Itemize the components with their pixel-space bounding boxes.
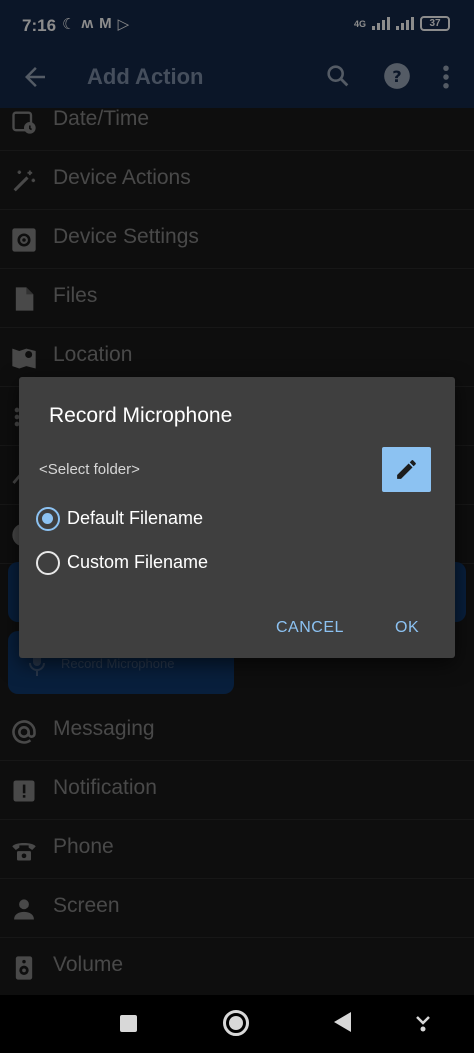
settings-box-icon	[12, 228, 36, 252]
calendar-clock-icon	[12, 111, 36, 134]
status-bar: 7:16 ☾ ʍ M ▷ 4G 37	[0, 0, 474, 50]
alert-box-icon	[13, 780, 35, 802]
magic-wand-icon	[13, 170, 36, 192]
category-label: Volume	[53, 953, 124, 976]
category-row-screen[interactable]: Screen	[0, 880, 474, 938]
category-label: Device Actions	[53, 166, 191, 189]
category-row-date-time[interactable]: Date/Time	[0, 93, 474, 151]
signal-icon-2	[396, 17, 414, 30]
signal-icon	[372, 17, 390, 30]
category-label: Phone	[53, 835, 114, 858]
category-row-files[interactable]: Files	[0, 270, 474, 328]
category-row-device-actions[interactable]: Device Actions	[0, 152, 474, 210]
network-type: 4G	[353, 18, 366, 29]
category-row-device-settings[interactable]: Device Settings	[0, 211, 474, 269]
ok-button[interactable]: OK	[395, 619, 419, 637]
moon-icon: ☾	[62, 16, 76, 33]
more-options-icon[interactable]	[436, 62, 456, 92]
help-icon[interactable]: ?	[383, 62, 411, 90]
category-label: Date/Time	[53, 107, 150, 130]
category-label: Notification	[53, 776, 157, 799]
dialog-title: Record Microphone	[49, 404, 233, 427]
gmail-icon: M	[99, 15, 112, 32]
radio-button-unselected[interactable]	[36, 551, 60, 575]
category-label: Files	[53, 284, 98, 307]
svg-text:?: ?	[392, 67, 401, 86]
category-label: Screen	[53, 894, 120, 917]
cancel-button[interactable]: CANCEL	[276, 619, 344, 637]
select-folder-label[interactable]: <Select folder>	[39, 461, 140, 478]
battery-icon: 37	[420, 16, 450, 31]
page-title: Add Action	[87, 64, 204, 89]
search-icon[interactable]	[324, 62, 352, 90]
at-sign-icon	[12, 720, 36, 744]
person-icon	[14, 899, 34, 920]
phone-icon	[12, 843, 36, 861]
file-icon	[15, 287, 34, 311]
status-time: 7:16	[22, 16, 57, 35]
category-label: Device Settings	[53, 225, 199, 248]
back-arrow-icon[interactable]	[20, 62, 50, 92]
radio-label: Default Filename	[67, 508, 204, 528]
radio-label: Custom Filename	[67, 552, 209, 572]
radio-button-selected[interactable]	[36, 507, 60, 531]
status-system-icons: 4G 37	[354, 16, 450, 31]
home-icon[interactable]	[223, 1010, 249, 1036]
category-row-phone[interactable]: Phone	[0, 821, 474, 879]
pencil-icon	[397, 460, 416, 479]
play-icon: ▷	[117, 16, 130, 33]
record-microphone-dialog: Record Microphone <Select folder> Defaul…	[19, 377, 455, 658]
nav-back-icon[interactable]	[334, 1012, 351, 1032]
status-notification-icons: ☾ ʍ M ▷	[62, 15, 129, 33]
speaker-icon	[15, 956, 33, 980]
category-row-volume[interactable]: Volume	[0, 939, 474, 997]
system-nav-bar	[0, 995, 474, 1053]
recents-icon[interactable]	[120, 1015, 137, 1032]
map-pin-icon	[12, 348, 36, 369]
category-label: Messaging	[53, 717, 155, 740]
keyboard-hide-icon[interactable]	[414, 1013, 432, 1033]
category-row-messaging[interactable]: Messaging	[0, 703, 474, 761]
app-notification-icon: ʍ	[81, 15, 94, 32]
category-label: Location	[53, 343, 133, 366]
edit-folder-button[interactable]	[382, 447, 431, 492]
action-chip-label: Record Microphone	[61, 656, 175, 671]
category-row-notification[interactable]: Notification	[0, 762, 474, 820]
